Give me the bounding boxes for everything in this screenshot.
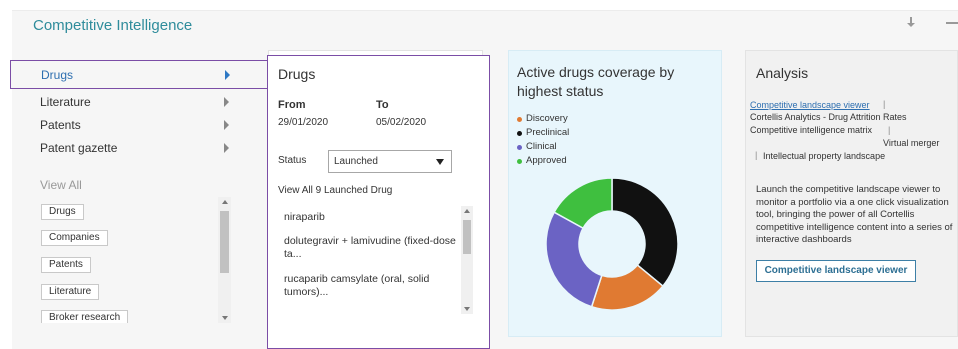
to-date[interactable]: 05/02/2020 bbox=[376, 117, 426, 128]
chevron-right-icon bbox=[225, 70, 230, 80]
drug-list-scrollbar[interactable] bbox=[461, 206, 473, 314]
separator: | bbox=[888, 125, 891, 135]
status-donut-chart bbox=[545, 177, 679, 311]
analysis-card: Analysis Competitive landscape viewer | … bbox=[745, 50, 958, 337]
competitive-landscape-link[interactable]: Competitive landscape viewer bbox=[750, 100, 870, 110]
from-date[interactable]: 29/01/2020 bbox=[278, 117, 328, 128]
drugs-panel: Drugs From 29/01/2020 To 05/02/2020 Stat… bbox=[267, 55, 490, 349]
legend-swatch bbox=[517, 145, 522, 150]
legend-swatch bbox=[517, 117, 522, 122]
view-all-broker-research-tag[interactable]: Broker research bbox=[41, 310, 129, 323]
view-all-patents-tag[interactable]: Patents bbox=[41, 257, 91, 273]
drug-list-item[interactable]: rucaparib camsylate (oral, solid tumors)… bbox=[284, 273, 459, 299]
ip-landscape-link[interactable]: Intellectual property landscape bbox=[763, 151, 885, 161]
chevron-right-icon bbox=[224, 120, 229, 130]
separator: | bbox=[755, 150, 758, 160]
chart-legend: Discovery Preclinical Clinical Approved bbox=[517, 113, 569, 169]
view-all-heading: View All bbox=[40, 178, 82, 192]
legend-swatch bbox=[517, 131, 522, 136]
active-drugs-coverage-card: Active drugs coverage by highest status … bbox=[508, 50, 722, 337]
legend-swatch bbox=[517, 159, 522, 164]
competitive-landscape-viewer-button[interactable]: Competitive landscape viewer bbox=[756, 260, 916, 282]
page-title: Competitive Intelligence bbox=[33, 17, 193, 34]
view-all-literature-tag[interactable]: Literature bbox=[41, 284, 100, 300]
drugs-panel-border bbox=[267, 55, 490, 56]
chevron-right-icon bbox=[224, 143, 229, 153]
separator: | bbox=[883, 99, 886, 109]
from-label: From bbox=[278, 99, 306, 111]
analysis-title: Analysis bbox=[756, 65, 809, 81]
drug-list-item[interactable]: dolutegravir + lamivudine (fixed-dose ta… bbox=[284, 235, 459, 261]
to-label: To bbox=[376, 99, 389, 111]
view-all-list: Drugs Companies Patents Literature Broke… bbox=[38, 200, 233, 323]
legend-label: Preclinical bbox=[526, 127, 570, 138]
legend-discovery[interactable]: Discovery bbox=[517, 113, 569, 127]
scroll-up-icon[interactable] bbox=[464, 209, 470, 213]
legend-clinical[interactable]: Clinical bbox=[517, 141, 569, 155]
status-select[interactable]: Launched bbox=[328, 150, 452, 173]
view-all-drugs-tag[interactable]: Drugs bbox=[41, 204, 84, 220]
nav-item-label: Patent gazette bbox=[40, 141, 118, 155]
nav-item-drugs[interactable]: Drugs bbox=[10, 60, 267, 89]
analysis-description: Launch the competitive landscape viewer … bbox=[756, 184, 953, 245]
view-all-scrollbar[interactable] bbox=[218, 197, 231, 323]
donut-slice-clinical[interactable] bbox=[545, 211, 603, 308]
view-all-drugs-link[interactable]: View All 9 Launched Drug bbox=[278, 185, 392, 196]
scroll-down-icon[interactable] bbox=[221, 316, 228, 320]
nav-item-label: Literature bbox=[40, 95, 91, 109]
virtual-merger-link[interactable]: Virtual merger bbox=[883, 138, 939, 148]
scroll-up-icon[interactable] bbox=[221, 200, 228, 204]
drug-list: niraparib dolutegravir + lamivudine (fix… bbox=[274, 205, 478, 315]
nav-item-label: Patents bbox=[40, 118, 81, 132]
view-all-companies-tag[interactable]: Companies bbox=[41, 230, 108, 246]
drug-list-item[interactable]: niraparib bbox=[284, 211, 459, 224]
legend-approved[interactable]: Approved bbox=[517, 155, 569, 169]
legend-label: Clinical bbox=[526, 141, 557, 152]
nav-item-patent-gazette[interactable]: Patent gazette bbox=[10, 134, 267, 163]
coverage-title: Active drugs coverage by highest status bbox=[517, 64, 675, 99]
ci-matrix-link[interactable]: Competitive intelligence matrix bbox=[750, 125, 872, 135]
donut-slice-preclinical[interactable] bbox=[611, 177, 679, 288]
scroll-thumb[interactable] bbox=[220, 211, 229, 273]
legend-label: Approved bbox=[526, 155, 567, 166]
scroll-down-icon[interactable] bbox=[464, 307, 470, 311]
minimize-icon[interactable] bbox=[946, 22, 958, 24]
status-select-value: Launched bbox=[334, 156, 378, 167]
legend-label: Discovery bbox=[526, 113, 568, 124]
download-icon[interactable] bbox=[904, 15, 918, 31]
status-label: Status bbox=[278, 155, 307, 166]
scroll-thumb[interactable] bbox=[463, 220, 471, 254]
nav-item-label: Drugs bbox=[41, 68, 74, 82]
chevron-right-icon bbox=[224, 97, 229, 107]
caret-down-icon bbox=[436, 159, 444, 165]
drugs-panel-title: Drugs bbox=[278, 66, 316, 82]
drug-attrition-link[interactable]: Cortellis Analytics - Drug Attrition Rat… bbox=[750, 112, 907, 122]
legend-preclinical[interactable]: Preclinical bbox=[517, 127, 569, 141]
